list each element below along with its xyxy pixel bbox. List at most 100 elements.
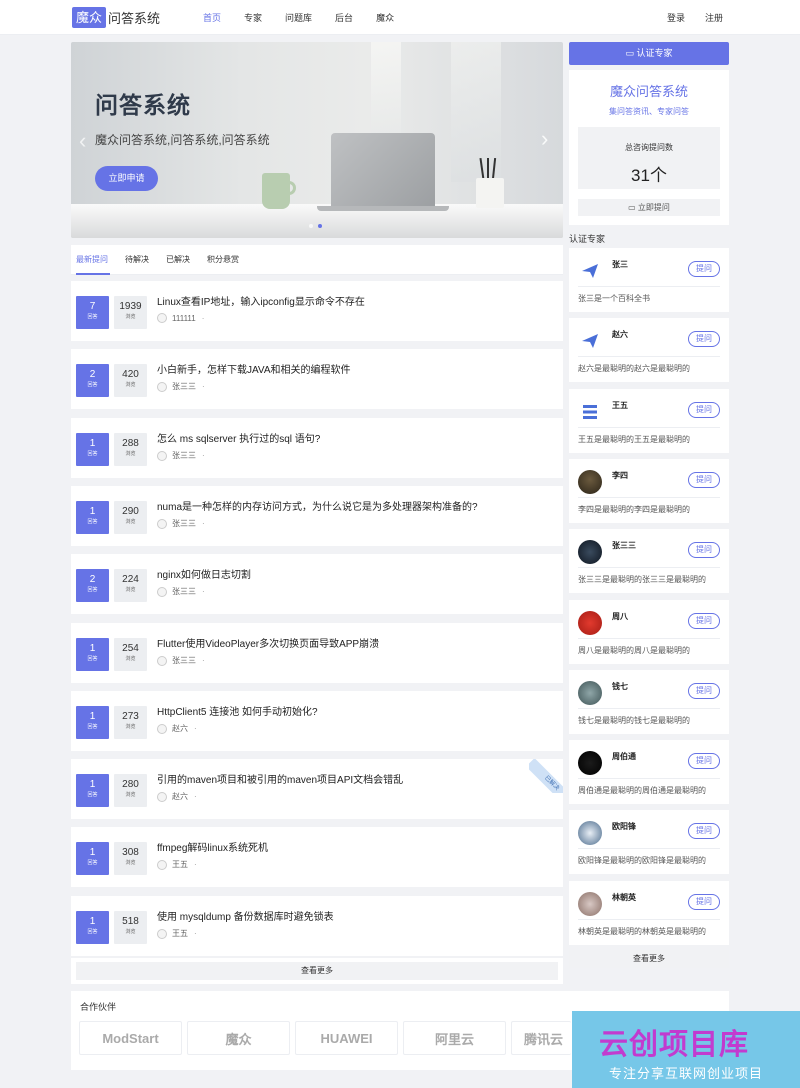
expert-name[interactable]: 张三 bbox=[612, 259, 628, 270]
question-card[interactable]: 2 回答 420 浏览 小白新手，怎样下载JAVA和相关的编程软件 张三三 · bbox=[71, 349, 563, 409]
question-card[interactable]: 2 回答 224 浏览 nginx如何做日志切割 张三三 · bbox=[71, 554, 563, 614]
view-more-questions-button[interactable]: 查看更多 bbox=[76, 962, 558, 980]
ask-now-button[interactable]: ▭ 立即提问 bbox=[578, 199, 720, 216]
question-card[interactable]: 1 回答 308 浏览 ffmpeg解码linux系统死机 王五 · bbox=[71, 827, 563, 887]
question-author[interactable]: 王五 bbox=[172, 859, 188, 870]
question-author[interactable]: 张三三 bbox=[172, 518, 196, 529]
question-author[interactable]: 赵六 bbox=[172, 791, 188, 802]
expert-name[interactable]: 赵六 bbox=[612, 329, 628, 340]
nav-admin[interactable]: 后台 bbox=[335, 11, 353, 24]
expert-card[interactable]: 赵六 提问 赵六是最聪明的赵六是最聪明的 bbox=[569, 318, 729, 382]
chevron-left-icon[interactable]: ‹ bbox=[79, 128, 86, 154]
expert-avatar[interactable] bbox=[578, 611, 602, 635]
partner-logo-aliyun[interactable]: 阿里云 bbox=[403, 1021, 506, 1055]
expert-avatar[interactable] bbox=[578, 892, 602, 916]
ask-expert-button[interactable]: 提问 bbox=[688, 402, 720, 418]
nav-experts[interactable]: 专家 bbox=[244, 11, 262, 24]
expert-name[interactable]: 林朝英 bbox=[612, 892, 636, 903]
ask-expert-button[interactable]: 提问 bbox=[688, 894, 720, 910]
apply-now-button[interactable]: 立即申请 bbox=[95, 166, 158, 191]
question-title[interactable]: 怎么 ms sqlserver 执行过的sql 语句? bbox=[157, 430, 320, 445]
tab-latest[interactable]: 最新提问 bbox=[76, 254, 108, 265]
question-title[interactable]: 引用的maven项目和被引用的maven项目API文档会错乱 bbox=[157, 771, 403, 786]
question-author[interactable]: 王五 bbox=[172, 928, 188, 939]
question-title[interactable]: HttpClient5 连接池 如何手动初始化? bbox=[157, 703, 318, 718]
question-title[interactable]: 小白新手，怎样下载JAVA和相关的编程软件 bbox=[157, 361, 351, 376]
question-card[interactable]: 1 回答 288 浏览 怎么 ms sqlserver 执行过的sql 语句? 张三三 · bbox=[71, 418, 563, 478]
ask-expert-button[interactable]: 提问 bbox=[688, 683, 720, 699]
ask-expert-button[interactable]: 提问 bbox=[688, 753, 720, 769]
question-card[interactable]: 1 回答 280 浏览 引用的maven项目和被引用的maven项目API文档会错乱 赵六… bbox=[71, 759, 563, 819]
question-card[interactable]: 1 回答 290 浏览 numa是一种怎样的内存访问方式，为什么说它是为多处理器架构准备… bbox=[71, 486, 563, 546]
partner-logo-mozhong[interactable]: 魔众 bbox=[187, 1021, 290, 1055]
tab-solved[interactable]: 已解决 bbox=[166, 254, 190, 265]
question-author[interactable]: 张三三 bbox=[172, 655, 196, 666]
question-title[interactable]: Linux查看IP地址，输入ipconfig显示命令不存在 bbox=[157, 293, 365, 308]
expert-avatar[interactable] bbox=[578, 470, 602, 494]
login-link[interactable]: 登录 bbox=[667, 11, 685, 24]
question-author[interactable]: 赵六 bbox=[172, 723, 188, 734]
register-link[interactable]: 注册 bbox=[705, 11, 723, 24]
nav-mozhong[interactable]: 魔众 bbox=[376, 11, 394, 24]
partner-logo-huawei[interactable]: HUAWEI bbox=[295, 1021, 398, 1055]
ask-expert-button[interactable]: 提问 bbox=[688, 261, 720, 277]
partner-logo-tencent[interactable]: 腾讯云 bbox=[511, 1021, 571, 1055]
expert-avatar[interactable] bbox=[578, 751, 602, 775]
hero-banner[interactable]: 问答系统 魔众问答系统,问答系统,问答系统 立即申请 ‹ › bbox=[71, 42, 563, 238]
question-card[interactable]: 1 回答 273 浏览 HttpClient5 连接池 如何手动初始化? 赵六 · bbox=[71, 691, 563, 751]
tab-unsolved[interactable]: 待解决 bbox=[125, 254, 149, 265]
expert-avatar[interactable] bbox=[578, 400, 602, 424]
question-author[interactable]: 111111 bbox=[172, 314, 196, 323]
question-title[interactable]: 使用 mysqldump 备份数据库时避免锁表 bbox=[157, 908, 334, 923]
ask-expert-button[interactable]: 提问 bbox=[688, 823, 720, 839]
expert-card[interactable]: 王五 提问 王五是最聪明的王五是最聪明的 bbox=[569, 389, 729, 453]
question-title[interactable]: nginx如何做日志切割 bbox=[157, 566, 251, 581]
site-logo[interactable]: 魔众 问答系统 bbox=[72, 6, 160, 28]
partner-logo-modstart[interactable]: ModStart bbox=[79, 1021, 182, 1055]
question-card[interactable]: 1 回答 254 浏览 Flutter使用VideoPlayer多次切换页面导致APP崩… bbox=[71, 623, 563, 683]
question-card[interactable]: 1 回答 518 浏览 使用 mysqldump 备份数据库时避免锁表 王五 · bbox=[71, 896, 563, 956]
expert-name[interactable]: 周伯通 bbox=[612, 751, 636, 762]
view-more-experts-button[interactable]: 查看更多 bbox=[569, 950, 729, 968]
certify-expert-button[interactable]: ▭ 认证专家 bbox=[569, 42, 729, 65]
expert-name[interactable]: 周八 bbox=[612, 611, 628, 622]
expert-name[interactable]: 钱七 bbox=[612, 681, 628, 692]
expert-card[interactable]: 张三 提问 张三是一个百科全书 bbox=[569, 248, 729, 312]
ask-expert-button[interactable]: 提问 bbox=[688, 542, 720, 558]
expert-name[interactable]: 王五 bbox=[612, 400, 628, 411]
expert-avatar[interactable] bbox=[578, 259, 602, 283]
expert-avatar[interactable] bbox=[578, 821, 602, 845]
ask-now-label: 立即提问 bbox=[637, 203, 670, 212]
question-author[interactable]: 张三三 bbox=[172, 450, 196, 461]
question-author[interactable]: 张三三 bbox=[172, 381, 196, 392]
carousel-dot-active[interactable] bbox=[318, 224, 322, 228]
question-tabs: 最新提问 待解决 已解决 积分悬赏 bbox=[71, 245, 563, 275]
expert-card[interactable]: 周八 提问 周八是最聪明的周八是最聪明的 bbox=[569, 600, 729, 664]
chevron-right-icon[interactable]: › bbox=[541, 126, 548, 152]
ask-expert-button[interactable]: 提问 bbox=[688, 331, 720, 347]
expert-name[interactable]: 张三三 bbox=[612, 540, 636, 551]
question-title[interactable]: ffmpeg解码linux系统死机 bbox=[157, 839, 268, 854]
expert-name[interactable]: 李四 bbox=[612, 470, 628, 481]
question-title[interactable]: numa是一种怎样的内存访问方式，为什么说它是为多处理器架构准备的? bbox=[157, 498, 478, 513]
tab-bounty[interactable]: 积分悬赏 bbox=[207, 254, 239, 265]
expert-avatar[interactable] bbox=[578, 540, 602, 564]
expert-avatar[interactable] bbox=[578, 681, 602, 705]
carousel-dot[interactable] bbox=[309, 224, 313, 228]
answer-count-box: 1 回答 bbox=[76, 706, 109, 739]
question-title[interactable]: Flutter使用VideoPlayer多次切换页面导致APP崩溃 bbox=[157, 635, 379, 650]
nav-home[interactable]: 首页 bbox=[203, 11, 221, 24]
ask-expert-button[interactable]: 提问 bbox=[688, 613, 720, 629]
expert-name[interactable]: 欧阳锋 bbox=[612, 821, 636, 832]
ask-expert-button[interactable]: 提问 bbox=[688, 472, 720, 488]
question-author[interactable]: 张三三 bbox=[172, 586, 196, 597]
expert-avatar[interactable] bbox=[578, 329, 602, 353]
expert-card[interactable]: 张三三 提问 张三三是最聪明的张三三是最聪明的 bbox=[569, 529, 729, 593]
expert-card[interactable]: 林朝英 提问 林朝英是最聪明的林朝英是最聪明的 bbox=[569, 881, 729, 945]
expert-card[interactable]: 欧阳锋 提问 欧阳锋是最聪明的欧阳锋是最聪明的 bbox=[569, 810, 729, 874]
expert-card[interactable]: 钱七 提问 钱七是最聪明的钱七是最聪明的 bbox=[569, 670, 729, 734]
expert-card[interactable]: 周伯通 提问 周伯通是最聪明的周伯通是最聪明的 bbox=[569, 740, 729, 804]
expert-card[interactable]: 李四 提问 李四是最聪明的李四是最聪明的 bbox=[569, 459, 729, 523]
nav-question-bank[interactable]: 问题库 bbox=[285, 11, 312, 24]
question-card[interactable]: 7 回答 1939 浏览 Linux查看IP地址，输入ipconfig显示命令不存在 11… bbox=[71, 281, 563, 341]
